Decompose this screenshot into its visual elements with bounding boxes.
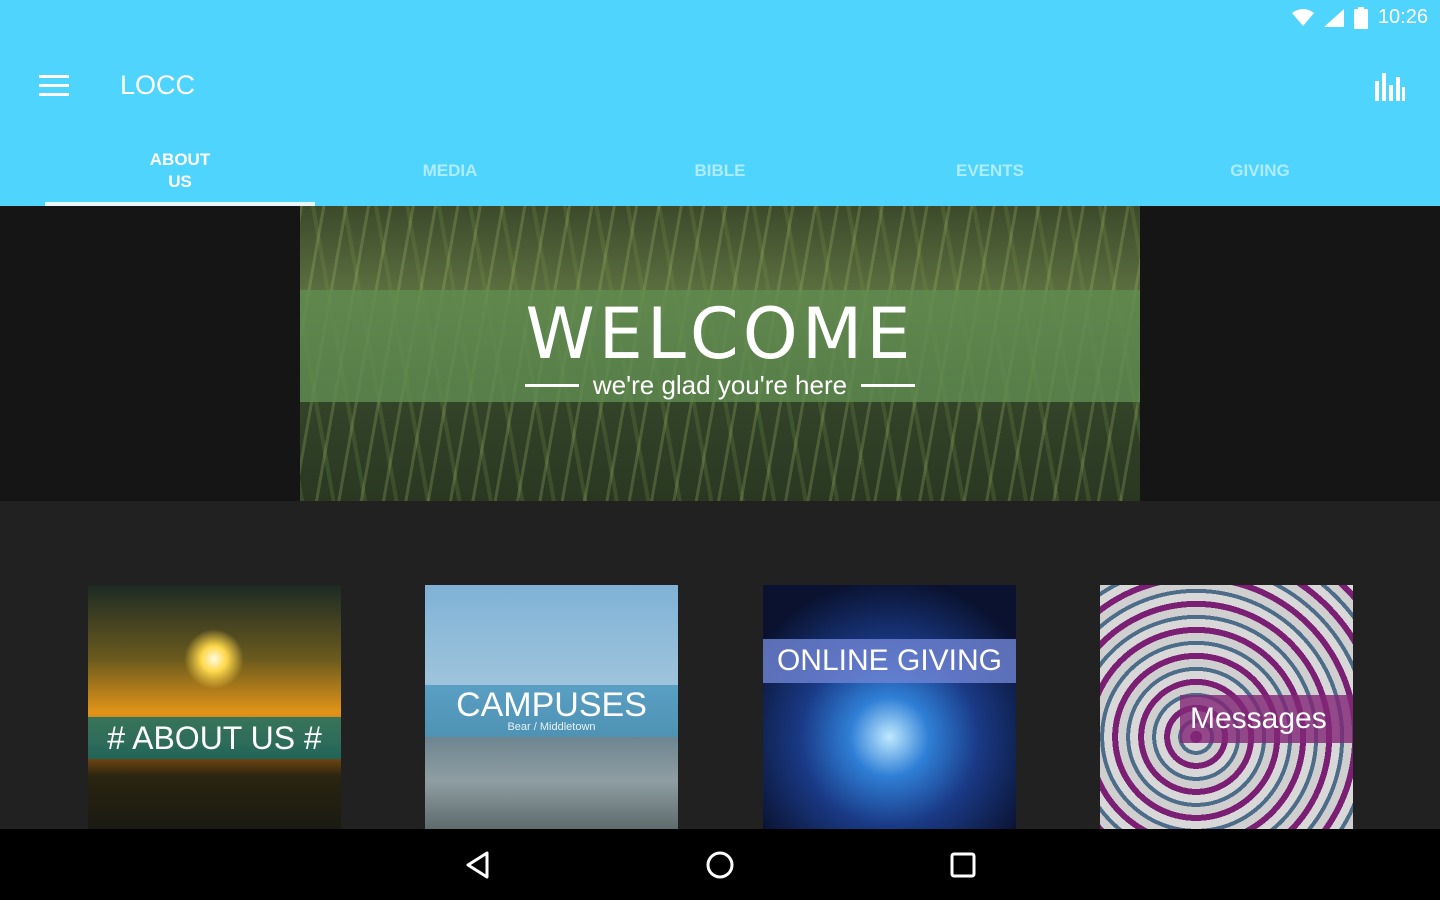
- campuses-card[interactable]: CAMPUSES Bear / Middletown: [425, 585, 678, 830]
- status-time: 10:26: [1377, 6, 1428, 28]
- back-button[interactable]: [450, 841, 506, 889]
- welcome-overlay: WELCOME we're glad you're here: [300, 290, 1140, 402]
- sun-image: [184, 629, 244, 689]
- recent-square-icon: [950, 852, 976, 878]
- menu-button[interactable]: [30, 64, 78, 108]
- welcome-subtitle: we're glad you're here: [592, 370, 848, 400]
- card-label: Messages: [1180, 695, 1353, 743]
- wifi-icon: [1291, 8, 1314, 26]
- online-giving-card[interactable]: ONLINE GIVING: [763, 585, 1016, 830]
- system-nav-bar: [0, 829, 1440, 900]
- stats-button[interactable]: [1366, 64, 1414, 108]
- app-title: LOCC: [120, 70, 196, 100]
- home-circle-icon: [706, 851, 734, 879]
- divider: [524, 384, 579, 387]
- recent-apps-button[interactable]: [935, 841, 991, 889]
- status-icons: 10:26: [1291, 6, 1428, 29]
- welcome-subtitle-row: we're glad you're here: [300, 370, 1140, 401]
- home-button[interactable]: [692, 841, 748, 889]
- about-us-card[interactable]: # ABOUT US #: [88, 585, 341, 830]
- card-label: ONLINE GIVING: [763, 639, 1016, 683]
- card-grid: # ABOUT US # CAMPUSES Bear / Middletown …: [0, 585, 1440, 830]
- welcome-banner[interactable]: WELCOME we're glad you're here: [300, 206, 1140, 501]
- messages-card[interactable]: Messages: [1100, 585, 1353, 830]
- tab-giving[interactable]: Giving: [1125, 136, 1395, 206]
- bar-chart-icon: [1375, 73, 1405, 101]
- app-bar: 10:26 LOCC About Us Media Bible Events: [0, 0, 1440, 206]
- tab-events[interactable]: Events: [855, 136, 1125, 206]
- divider: [861, 384, 916, 387]
- battery-icon: [1353, 6, 1368, 29]
- tab-bible[interactable]: Bible: [585, 136, 855, 206]
- hamburger-menu-icon: [39, 75, 69, 96]
- tab-bar: About Us Media Bible Events Giving: [45, 136, 1395, 206]
- cell-signal-icon: [1323, 8, 1344, 27]
- toolbar: LOCC: [0, 50, 1440, 122]
- tab-media[interactable]: Media: [315, 136, 585, 206]
- card-label: # ABOUT US #: [88, 717, 341, 759]
- welcome-title: WELCOME: [525, 293, 915, 375]
- campuses-subtitle: Bear / Middletown: [507, 721, 596, 733]
- status-bar: 10:26: [0, 0, 1440, 40]
- back-triangle-icon: [466, 851, 489, 879]
- tab-about-us[interactable]: About Us: [45, 136, 315, 206]
